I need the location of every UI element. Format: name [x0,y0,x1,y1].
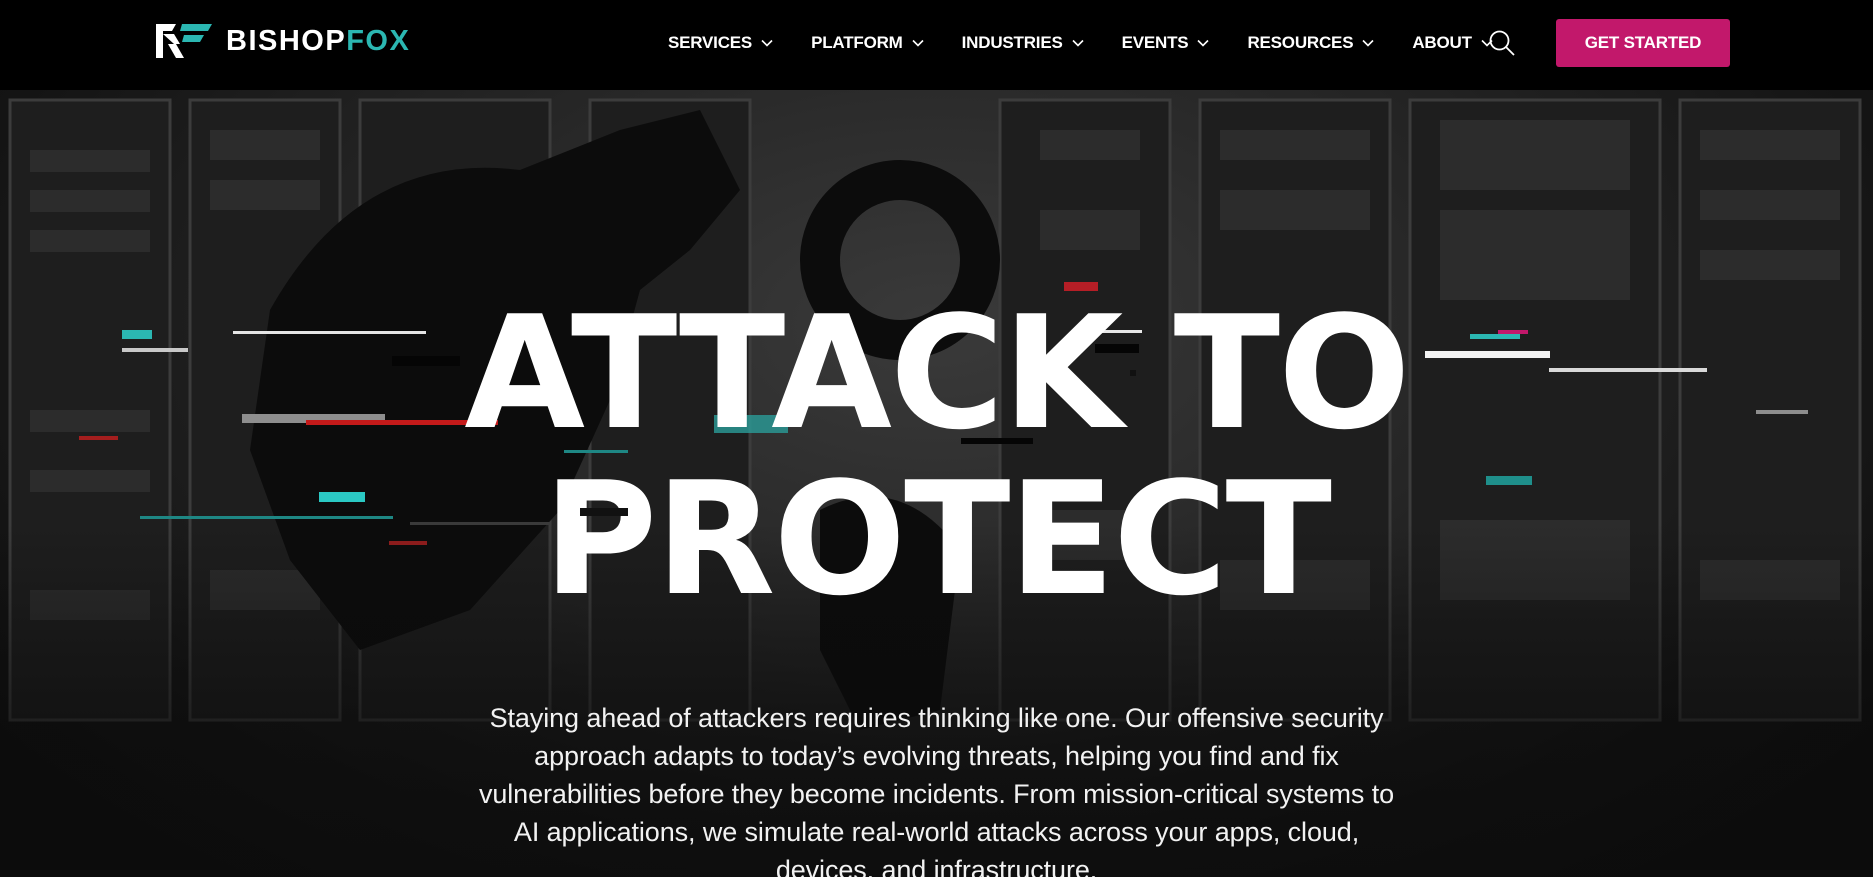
chevron-down-icon [1197,39,1210,47]
headline-line-1: ATTACK TO [464,282,1410,464]
brand-name: BISHOPFOX [226,24,411,57]
nav-item-services[interactable]: SERVICES [668,33,773,53]
page: BISHOPFOX SERVICES PLATFORM INDUSTRIES E… [0,0,1873,877]
search-icon[interactable] [1488,29,1516,57]
hero-intro-text: Staying ahead of attackers requires thin… [478,703,1395,877]
site-header: BISHOPFOX SERVICES PLATFORM INDUSTRIES E… [0,0,1873,90]
chevron-down-icon [912,39,924,47]
hero-section: ATTACK TO PROTECT Staying ahead of attac… [0,90,1873,877]
nav-item-label: RESOURCES [1247,33,1354,52]
nav-item-about[interactable]: ABOUT [1412,33,1493,53]
nav-item-events[interactable]: EVENTS [1122,33,1210,53]
hero-headline: ATTACK TO PROTECT [0,290,1873,622]
nav-item-platform[interactable]: PLATFORM [811,33,924,53]
nav-item-label: ABOUT [1412,33,1472,52]
brand-name-part1: BISHOP [226,24,347,57]
logo-link[interactable]: BISHOPFOX [154,22,410,60]
main-nav: SERVICES PLATFORM INDUSTRIES EVENTS RESO… [668,28,1531,58]
chevron-down-icon [1072,39,1084,47]
chevron-down-icon [761,39,773,47]
nav-item-industries[interactable]: INDUSTRIES [962,33,1084,53]
get-started-button[interactable]: GET STARTED [1556,19,1730,67]
glitch-bar [580,508,628,516]
headline-line-2: PROTECT [543,448,1332,630]
brand-name-part2: FOX [346,24,411,57]
nav-item-label: INDUSTRIES [961,33,1063,52]
nav-item-label: EVENTS [1121,33,1189,52]
glitch-bar [1130,370,1136,376]
chevron-down-icon [1362,39,1374,47]
nav-item-resources[interactable]: RESOURCES [1247,33,1374,53]
nav-item-label: SERVICES [668,33,753,52]
bishopfox-logo-icon [156,24,212,58]
nav-item-label: PLATFORM [811,33,903,52]
